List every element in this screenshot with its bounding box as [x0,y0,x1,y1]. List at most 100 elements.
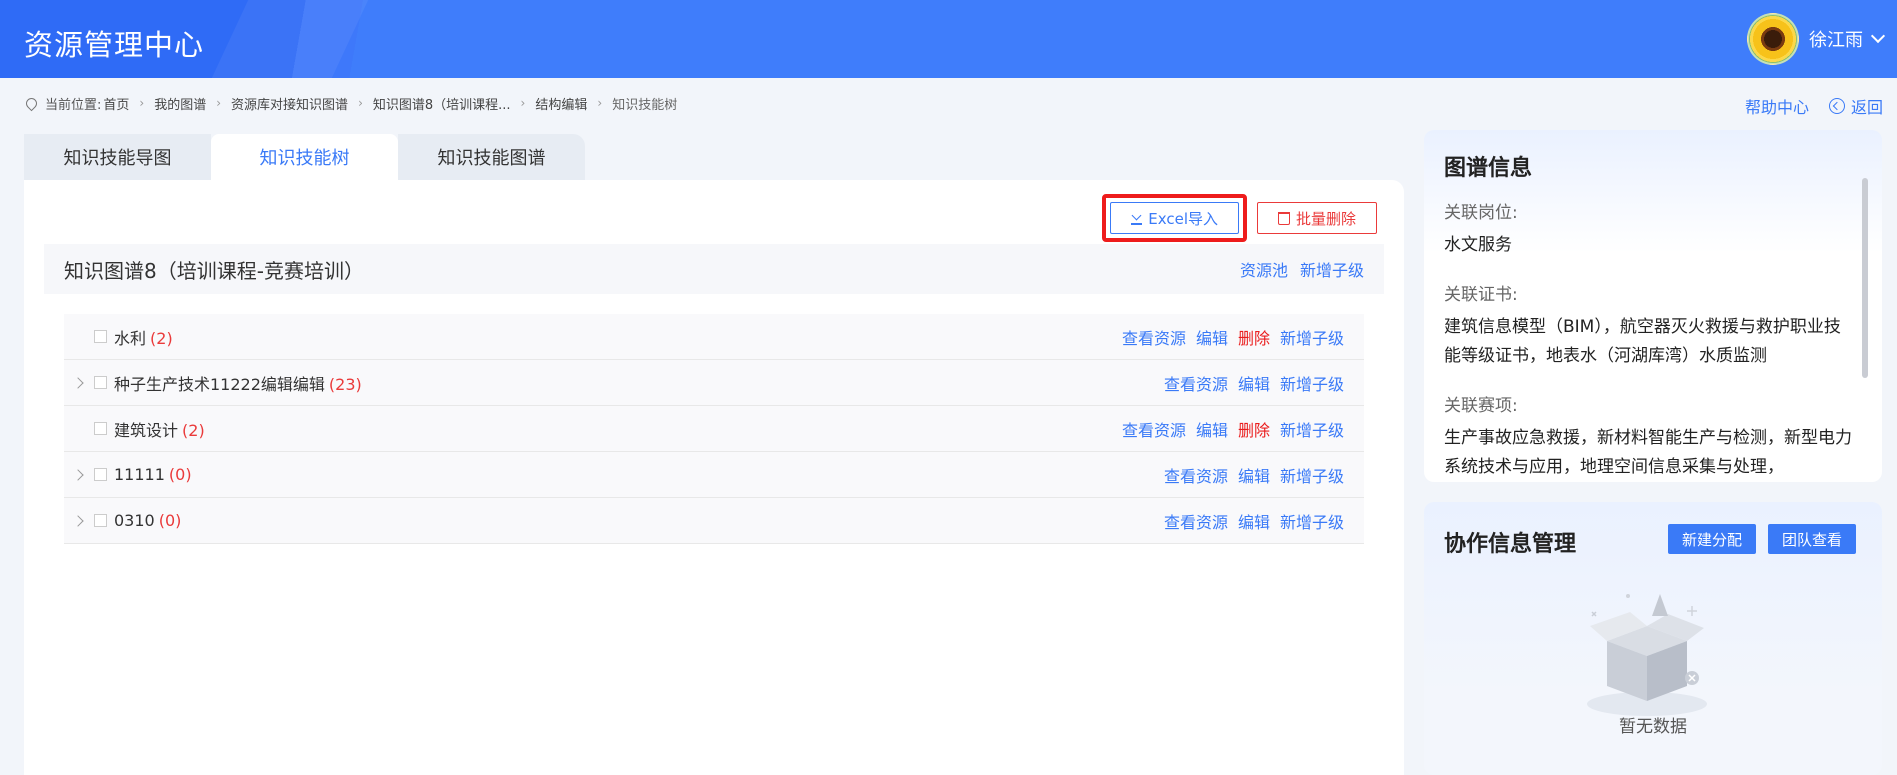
node-count: (2) [150,328,173,348]
chevron-down-icon[interactable] [1870,28,1886,44]
graph-actions: 资源池 新增子级 [1240,257,1364,281]
trash-icon [1277,211,1290,225]
delete-link[interactable]: 删除 [1238,417,1270,441]
breadcrumb: 当前位置: 首页 › 我的图谱 › 资源库对接知识图谱 › 知识图谱8（培训课程… [0,78,1897,128]
tab-bar: 知识技能导图 知识技能树 知识技能图谱 [24,134,585,180]
breadcrumb-links: 帮助中心 返回 [1745,94,1883,118]
user-name[interactable]: 徐江雨 [1809,26,1863,52]
related-cert-label: 关联证书: [1444,285,1518,305]
edit-link[interactable]: 编辑 [1238,509,1270,533]
breadcrumb-my-graphs[interactable]: 我的图谱 [154,94,206,113]
back-label[interactable]: 返回 [1851,94,1883,118]
view-resource-link[interactable]: 查看资源 [1122,417,1186,441]
related-post-label: 关联岗位: [1444,203,1518,223]
chevron-right-icon: › [597,96,603,110]
related-competition-label: 关联赛项: [1444,396,1518,416]
node-name: 0310 (0) [114,511,182,530]
tree-row: 水利 (2) 查看资源 编辑 删除 新增子级 [64,314,1364,360]
empty-state-text: 暂无数据 [1619,717,1687,737]
back-link[interactable]: 返回 [1828,94,1883,118]
view-resource-link[interactable]: 查看资源 [1122,325,1186,349]
graph-info-body: 关联岗位: 水文服务 关联证书: 建筑信息模型（BIM），航空器灭火救援与救护职… [1444,198,1854,482]
node-count: (0) [168,465,192,484]
tree-row: 0310 (0) 查看资源 编辑 新增子级 [64,498,1364,544]
back-icon[interactable] [1828,98,1845,114]
tab-knowledge-map[interactable]: 知识技能导图 [24,134,211,180]
app-title: 资源管理中心 [24,28,205,62]
graph-info-title: 图谱信息 [1444,156,1533,181]
resource-pool-link[interactable]: 资源池 [1240,257,1288,281]
row-checkbox[interactable] [94,330,107,343]
collab-card: 协作信息管理 新建分配 团队查看 暂无数据 [1424,502,1882,775]
batch-delete-button[interactable]: 批量删除 [1256,202,1377,234]
chevron-right-icon: › [520,96,526,110]
batch-delete-label: 批量删除 [1295,209,1356,228]
download-icon [1131,212,1143,225]
delete-link[interactable]: 删除 [1238,325,1270,349]
team-view-button[interactable]: 团队查看 [1767,524,1856,554]
tree-row: 种子生产技术11222编辑编辑 (23) 查看资源 编辑 新增子级 [64,360,1364,406]
tree-row: 建筑设计 (2) 查看资源 编辑 删除 新增子级 [64,406,1364,452]
excel-import-label: Excel导入 [1148,209,1218,228]
row-actions: 查看资源 编辑 删除 新增子级 [1122,325,1344,349]
view-resource-link[interactable]: 查看资源 [1164,509,1228,533]
node-count: (23) [328,374,362,394]
location-pin-icon [23,95,40,111]
add-child-link[interactable]: 新增子级 [1280,417,1344,441]
related-competition-value: 生产事故应急救援，新材料智能生产与检测，新型电力系统技术与应用，地理空间信息采集… [1444,428,1852,477]
chevron-right-icon[interactable] [72,468,84,481]
add-child-link[interactable]: 新增子级 [1300,257,1364,281]
row-checkbox[interactable] [94,422,107,435]
row-actions: 查看资源 编辑 新增子级 [1164,463,1344,487]
row-actions: 查看资源 编辑 新增子级 [1164,371,1344,395]
breadcrumb-home[interactable]: 首页 [103,94,129,113]
app-header: 资源管理中心 徐江雨 [0,0,1897,78]
help-center-link[interactable]: 帮助中心 [1745,94,1809,118]
add-child-link[interactable]: 新增子级 [1280,463,1344,487]
graph-info-card: 图谱信息 关联岗位: 水文服务 关联证书: 建筑信息模型（BIM），航空器灭火救… [1424,130,1882,482]
new-assign-button[interactable]: 新建分配 [1667,524,1756,554]
graph-title: 知识图谱8（培训课程-竞赛培训） [64,258,364,283]
row-checkbox[interactable] [94,376,107,389]
edit-link[interactable]: 编辑 [1196,325,1228,349]
main-panel: Excel导入 批量删除 知识图谱8（培训课程-竞赛培训） 资源池 新增子级 水… [24,180,1404,775]
node-name: 11111 (0) [114,465,192,484]
avatar[interactable] [1747,13,1799,65]
collab-title: 协作信息管理 [1444,532,1577,557]
chevron-right-icon: › [216,96,222,110]
row-actions: 查看资源 编辑 删除 新增子级 [1122,417,1344,441]
tab-knowledge-tree[interactable]: 知识技能树 [211,134,398,180]
edit-link[interactable]: 编辑 [1196,417,1228,441]
view-resource-link[interactable]: 查看资源 [1164,371,1228,395]
toolbar: Excel导入 批量删除 [1102,194,1377,242]
related-post-value: 水文服务 [1444,235,1512,255]
tab-knowledge-graph[interactable]: 知识技能图谱 [398,134,585,180]
chevron-right-icon: › [358,96,363,110]
breadcrumb-resource-graph[interactable]: 资源库对接知识图谱 [231,94,348,113]
row-checkbox[interactable] [94,468,107,481]
chevron-right-icon[interactable] [72,514,84,527]
scrollbar[interactable] [1862,178,1868,378]
collab-actions: 新建分配 团队查看 [1667,524,1856,554]
row-actions: 查看资源 编辑 新增子级 [1164,509,1344,533]
edit-link[interactable]: 编辑 [1238,371,1270,395]
header-decoration [211,0,369,78]
chevron-right-icon: › [139,96,145,110]
add-child-link[interactable]: 新增子级 [1280,371,1344,395]
view-resource-link[interactable]: 查看资源 [1164,463,1228,487]
add-child-link[interactable]: 新增子级 [1280,509,1344,533]
empty-box-icon [1587,594,1707,716]
user-menu[interactable]: 徐江雨 [1747,12,1886,66]
highlight-box: Excel导入 [1102,194,1247,242]
breadcrumb-graph8[interactable]: 知识图谱8（培训课程... [373,94,511,113]
excel-import-button[interactable]: Excel导入 [1110,202,1239,234]
breadcrumb-current: 知识技能树 [612,97,678,113]
row-checkbox[interactable] [94,514,107,527]
chevron-right-icon[interactable] [72,376,84,389]
node-count: (2) [182,420,205,440]
add-child-link[interactable]: 新增子级 [1280,325,1344,349]
breadcrumb-structure-edit[interactable]: 结构编辑 [535,94,587,113]
node-name: 水利 (2) [114,328,173,348]
knowledge-tree: 水利 (2) 查看资源 编辑 删除 新增子级 种子生产技术11222编辑编辑 (23… [64,314,1364,544]
edit-link[interactable]: 编辑 [1238,463,1270,487]
